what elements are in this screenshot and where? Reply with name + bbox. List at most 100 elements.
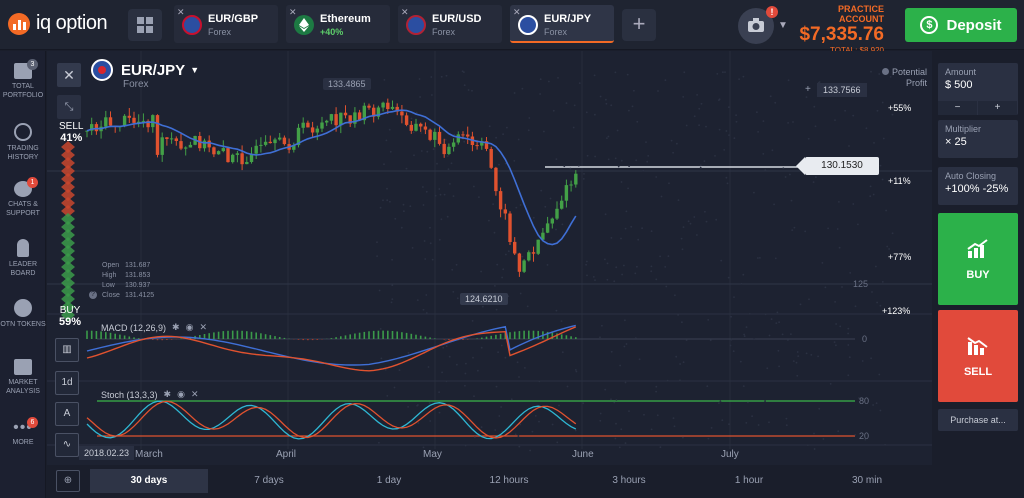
- candle-body: [550, 218, 554, 224]
- candle-body: [160, 137, 164, 155]
- info-icon[interactable]: ?: [89, 291, 97, 299]
- tab-eur-usd[interactable]: ✕ EUR/USD Forex: [398, 5, 502, 43]
- candle-body: [169, 138, 174, 140]
- deposit-button[interactable]: $ Deposit: [905, 8, 1017, 42]
- macd-histogram-bar: [354, 333, 356, 339]
- auto-closing-field[interactable]: Auto Closing +100% -25%: [938, 167, 1018, 205]
- chart-type-button[interactable]: ▥: [55, 338, 79, 362]
- tab-eur-gbp[interactable]: ✕ EUR/GBP Forex: [174, 5, 278, 43]
- timeframe-7-days[interactable]: 7 days: [210, 469, 328, 493]
- timeframe-3-hours[interactable]: 3 hours: [570, 469, 688, 493]
- macd-histogram-bar: [410, 333, 413, 339]
- candle-body: [386, 102, 390, 109]
- sidebar-item-market-analysis[interactable]: MARKET ANALYSIS: [0, 359, 46, 396]
- close-icon[interactable]: ✕: [191, 389, 199, 400]
- profit-level: +55%: [888, 103, 912, 113]
- candle-body: [216, 151, 221, 155]
- sell-button[interactable]: SELL: [938, 310, 1018, 402]
- indicators-button[interactable]: A: [55, 402, 79, 426]
- sidebar-item-leaderboard[interactable]: LEADER BOARD: [0, 239, 46, 278]
- flag-eur-jpy-icon: [518, 15, 538, 35]
- sidebar-item-portfolio[interactable]: 3 TOTAL PORTFOLIO: [0, 59, 46, 100]
- amount-decrease-button[interactable]: −: [938, 101, 977, 115]
- timeframe-1-hour[interactable]: 1 hour: [690, 469, 808, 493]
- close-icon[interactable]: ✕: [199, 322, 207, 333]
- add-level-icon[interactable]: +: [805, 84, 811, 95]
- macd-histogram-bar: [462, 339, 464, 340]
- drawing-tools-button[interactable]: ∿: [55, 433, 79, 457]
- candle-period-button[interactable]: 1d: [55, 371, 79, 395]
- sidebar-item-more[interactable]: ••• 6 MORE: [0, 417, 46, 447]
- macd-histogram-bar: [137, 338, 140, 339]
- amount-value[interactable]: $ 500: [938, 77, 1018, 93]
- macd-histogram-bar: [349, 334, 351, 339]
- tab-ethereum[interactable]: ✕ Ethereum +40%: [286, 5, 390, 43]
- account-balance-value: $7,335.76: [799, 24, 884, 45]
- flag-eur-jpy-icon: [91, 59, 113, 81]
- more-dots-icon: •••: [13, 419, 33, 436]
- month-label: March: [135, 449, 163, 460]
- asset-selector[interactable]: EUR/JPY ▼: [91, 59, 199, 81]
- candle-body: [560, 200, 564, 209]
- timeframe-12-hours[interactable]: 12 hours: [450, 469, 568, 493]
- macd-histogram-bar: [260, 333, 262, 339]
- macd-histogram-bar: [424, 336, 427, 339]
- timeframe-1-day[interactable]: 1 day: [330, 469, 448, 493]
- zoom-icon[interactable]: ⊕: [56, 470, 80, 492]
- multiplier-field[interactable]: Multiplier × 25: [938, 120, 1018, 158]
- timeframe-30-min[interactable]: 30 min: [808, 469, 926, 493]
- macd-histogram-bar: [565, 335, 568, 339]
- macd-histogram-bar: [415, 334, 417, 339]
- candle-body: [343, 112, 348, 116]
- candle-body: [104, 117, 108, 127]
- timeframe-30-days[interactable]: 30 days: [90, 469, 208, 493]
- close-tab-icon[interactable]: ✕: [177, 7, 185, 18]
- close-tab-icon[interactable]: ✕: [513, 7, 521, 18]
- eye-icon[interactable]: ◉: [186, 322, 194, 333]
- account-balance[interactable]: PRACTICE ACCOUNT $7,335.76 TOTAL: $8,920: [792, 4, 884, 55]
- buy-button[interactable]: BUY: [938, 213, 1018, 305]
- candle-body: [419, 123, 423, 127]
- macd-histogram-bar: [335, 337, 337, 339]
- sidebar-item-otn[interactable]: OTN TOKENS: [0, 299, 46, 329]
- candle-body: [310, 127, 315, 133]
- macd-histogram-bar: [429, 337, 431, 339]
- sidebar-item-label: MARKET ANALYSIS: [6, 379, 40, 395]
- top-bar: iq option ✕ EUR/GBP Forex ✕ Ethereum +40…: [0, 0, 1024, 55]
- target-price-label[interactable]: 133.7566: [817, 83, 867, 97]
- candle-body: [367, 105, 371, 108]
- drawing-icon: ∿: [62, 439, 72, 450]
- sidebar-item-history[interactable]: TRADING HISTORY: [0, 123, 46, 162]
- macd-histogram-bar: [419, 335, 422, 339]
- add-tab-button[interactable]: +: [622, 9, 656, 41]
- close-chart-button[interactable]: ✕: [57, 63, 81, 87]
- gear-icon[interactable]: ✱: [164, 389, 172, 400]
- chevron-down-icon[interactable]: ▼: [778, 20, 788, 31]
- amount-label: Amount: [945, 67, 977, 77]
- pause-icon: [881, 68, 889, 75]
- candle-body: [174, 138, 178, 141]
- price-chart[interactable]: [47, 51, 932, 465]
- eye-icon[interactable]: ◉: [177, 389, 185, 400]
- chart-area[interactable]: ✕ ⤡ SELL 41% BUY 59% EUR/JPY ▼ Forex Ope…: [47, 51, 932, 465]
- gear-icon[interactable]: ✱: [172, 322, 180, 333]
- chevron-down-icon: ▼: [190, 65, 200, 75]
- asset-grid-button[interactable]: [128, 9, 162, 41]
- macd-histogram-bar: [570, 336, 572, 339]
- purchase-at-button[interactable]: Purchase at...: [938, 409, 1018, 431]
- expand-icon[interactable]: ⤡: [57, 95, 81, 119]
- macd-histogram-bar: [396, 331, 398, 339]
- close-tab-icon[interactable]: ✕: [401, 7, 409, 18]
- amount-increase-button[interactable]: +: [978, 101, 1017, 115]
- candle-body: [508, 213, 512, 242]
- sidebar-item-label: TOTAL PORTFOLIO: [2, 83, 44, 99]
- brand-logo[interactable]: iq option: [8, 12, 108, 35]
- macd-histogram-bar: [495, 334, 497, 339]
- candle-body: [221, 148, 225, 152]
- sidebar-item-chats[interactable]: 1 CHATS & SUPPORT: [0, 177, 46, 218]
- macd-histogram-bar: [105, 332, 107, 339]
- macd-histogram-bar: [255, 332, 257, 339]
- tab-eur-jpy[interactable]: ✕ EUR/JPY Forex: [510, 5, 614, 43]
- macd-histogram-bar: [166, 339, 168, 340]
- stoch-80-label: 80: [859, 396, 870, 406]
